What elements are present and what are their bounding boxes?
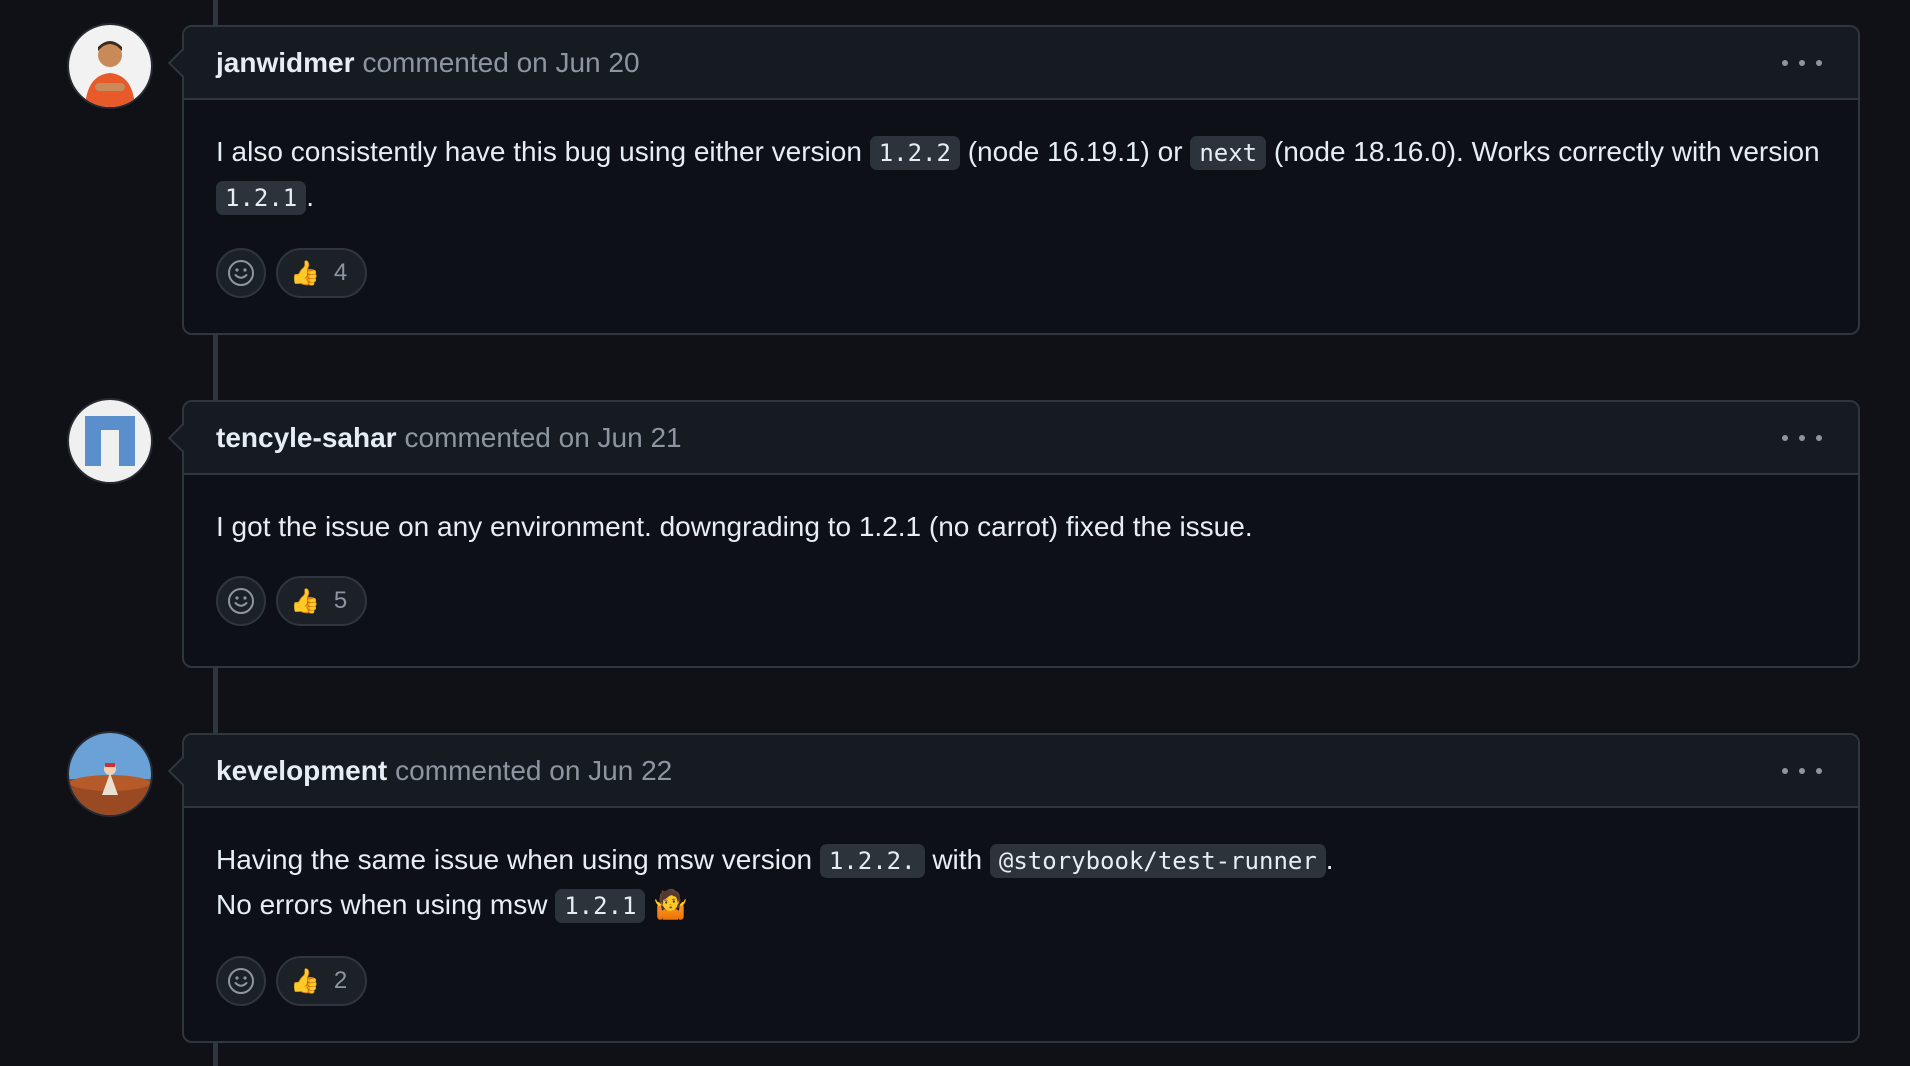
landscape-avatar-icon	[69, 733, 151, 815]
add-reaction-button[interactable]	[216, 956, 266, 1006]
comment-text: I got the issue on any environment. down…	[216, 511, 1253, 542]
add-reaction-button[interactable]	[216, 248, 266, 298]
smiley-icon	[228, 260, 254, 286]
comment-body: I got the issue on any environment. down…	[184, 475, 1858, 626]
thumbs-up-reaction[interactable]: 👍 4	[276, 248, 368, 298]
comment-date[interactable]: on Jun 21	[559, 422, 682, 453]
thumbs-up-icon: 👍	[290, 587, 320, 615]
comment-date[interactable]: on Jun 20	[517, 47, 640, 78]
comment-date[interactable]: on Jun 22	[549, 755, 672, 786]
inline-code: 1.2.1	[555, 889, 646, 923]
comment-meta: commented on Jun 20	[362, 47, 639, 79]
avatar-tencyle-sahar[interactable]	[69, 400, 151, 482]
comment-box: kevelopment commented on Jun 22 Having t…	[167, 733, 1860, 1043]
comment-header: tencyle-sahar commented on Jun 21	[167, 402, 1858, 475]
comment-body: Having the same issue when using msw ver…	[184, 808, 1858, 1006]
comment-action: commented	[362, 46, 509, 78]
comment-pointer	[167, 756, 197, 786]
reaction-count: 5	[333, 587, 348, 614]
comment-pointer	[167, 423, 197, 453]
inline-code: 1.2.2.	[819, 844, 925, 878]
comment-header: janwidmer commented on Jun 20	[167, 27, 1858, 100]
reactions-bar: 👍 2	[216, 956, 1826, 1006]
add-reaction-button[interactable]	[216, 576, 266, 626]
more-options-icon[interactable]	[1782, 424, 1822, 452]
more-options-icon[interactable]	[1782, 757, 1822, 785]
thumbs-up-reaction[interactable]: 👍 2	[276, 956, 368, 1006]
comment-box: tencyle-sahar commented on Jun 21 I got …	[167, 400, 1860, 668]
inline-code: 1.2.2	[869, 136, 960, 170]
reaction-count: 4	[333, 259, 348, 286]
thumbs-up-reaction[interactable]: 👍 5	[276, 576, 368, 626]
avatar-janwidmer[interactable]	[69, 25, 151, 107]
comment-text: Having the same issue when using msw ver…	[216, 838, 1826, 928]
comment-box: janwidmer commented on Jun 20 I also con…	[167, 25, 1860, 335]
reactions-bar: 👍 4	[216, 248, 1826, 298]
identicon-avatar-icon	[69, 400, 151, 482]
comment-body: I also consistently have this bug using …	[184, 100, 1858, 298]
inline-code: @storybook/test-runner	[989, 844, 1326, 878]
comment-action: commented	[404, 421, 551, 453]
avatar-kevelopment[interactable]	[69, 733, 151, 815]
author-name[interactable]: tencyle-sahar	[216, 422, 397, 454]
comment-meta: commented on Jun 22	[395, 755, 672, 787]
more-options-icon[interactable]	[1782, 49, 1822, 77]
comment-pointer	[167, 48, 197, 78]
thumbs-up-icon: 👍	[290, 967, 320, 995]
comment-action: commented	[395, 754, 542, 786]
reactions-bar: 👍 5	[216, 576, 1826, 626]
inline-code: 1.2.1	[216, 181, 307, 215]
author-name[interactable]: janwidmer	[216, 47, 354, 79]
thumbs-up-icon: 👍	[290, 259, 320, 287]
person-avatar-icon	[69, 25, 151, 107]
comment-header: kevelopment commented on Jun 22	[167, 735, 1858, 808]
reaction-count: 2	[333, 967, 348, 994]
smiley-icon	[228, 588, 254, 614]
author-name[interactable]: kevelopment	[216, 755, 387, 787]
inline-code: next	[1190, 136, 1267, 170]
comment-meta: commented on Jun 21	[405, 422, 682, 454]
smiley-icon	[228, 968, 254, 994]
comment-text: I also consistently have this bug using …	[216, 130, 1826, 220]
